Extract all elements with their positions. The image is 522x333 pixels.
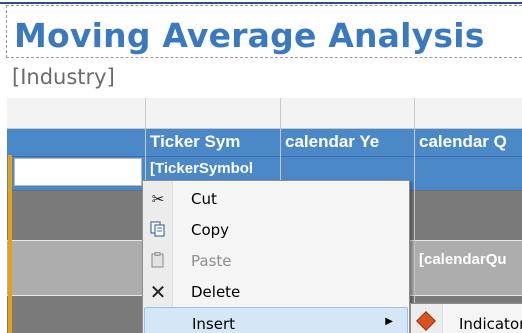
submenu-item-indicator[interactable]: Indicator [413, 307, 522, 333]
submenu-arrow-icon: ▶ [385, 316, 393, 327]
copy-icon [148, 220, 168, 240]
delete-x-icon: ✕ [149, 280, 167, 304]
insert-submenu[interactable]: Indicator [410, 303, 522, 333]
submenu-item-label: Indicator [459, 315, 522, 333]
paste-icon [148, 251, 168, 271]
header-ticker-symbol[interactable]: Ticker Sym [146, 129, 280, 156]
context-menu[interactable]: ✂ Cut Copy Paste ✕ Delete Insert ▶ [142, 180, 410, 333]
menu-item-label: Cut [191, 190, 217, 208]
industry-parameter-textbox[interactable]: [Industry] [12, 65, 115, 89]
ticker-symbol-field[interactable]: [TickerSymbol [146, 160, 280, 177]
grid-line [7, 156, 522, 157]
page-header-rule [0, 2, 522, 4]
report-design-surface[interactable]: Moving Average Analysis [Industry] Ticke… [0, 0, 522, 333]
menu-item-copy[interactable]: Copy [144, 214, 408, 245]
menu-item-label: Delete [191, 283, 241, 301]
report-title[interactable]: Moving Average Analysis [14, 16, 485, 55]
menu-item-cut[interactable]: ✂ Cut [144, 183, 408, 214]
tablix-empty-row [7, 98, 522, 129]
header-calendar-quarter[interactable]: calendar Q [415, 129, 522, 156]
menu-item-label: Insert [192, 315, 236, 333]
header-calendar-year[interactable]: calendar Ye [281, 129, 414, 156]
menu-item-insert[interactable]: Insert ▶ [144, 307, 408, 333]
scissors-icon: ✂ [151, 190, 165, 208]
menu-item-paste: Paste [144, 245, 408, 276]
indicator-diamond-icon [416, 311, 436, 331]
menu-item-delete[interactable]: ✕ Delete [144, 276, 408, 307]
selected-cell[interactable] [14, 158, 142, 186]
menu-item-label: Copy [191, 221, 230, 239]
calendar-quarter-field[interactable]: [calendarQu [415, 251, 522, 268]
tablix-row-group-handle[interactable] [8, 155, 12, 333]
menu-item-label: Paste [191, 252, 232, 270]
